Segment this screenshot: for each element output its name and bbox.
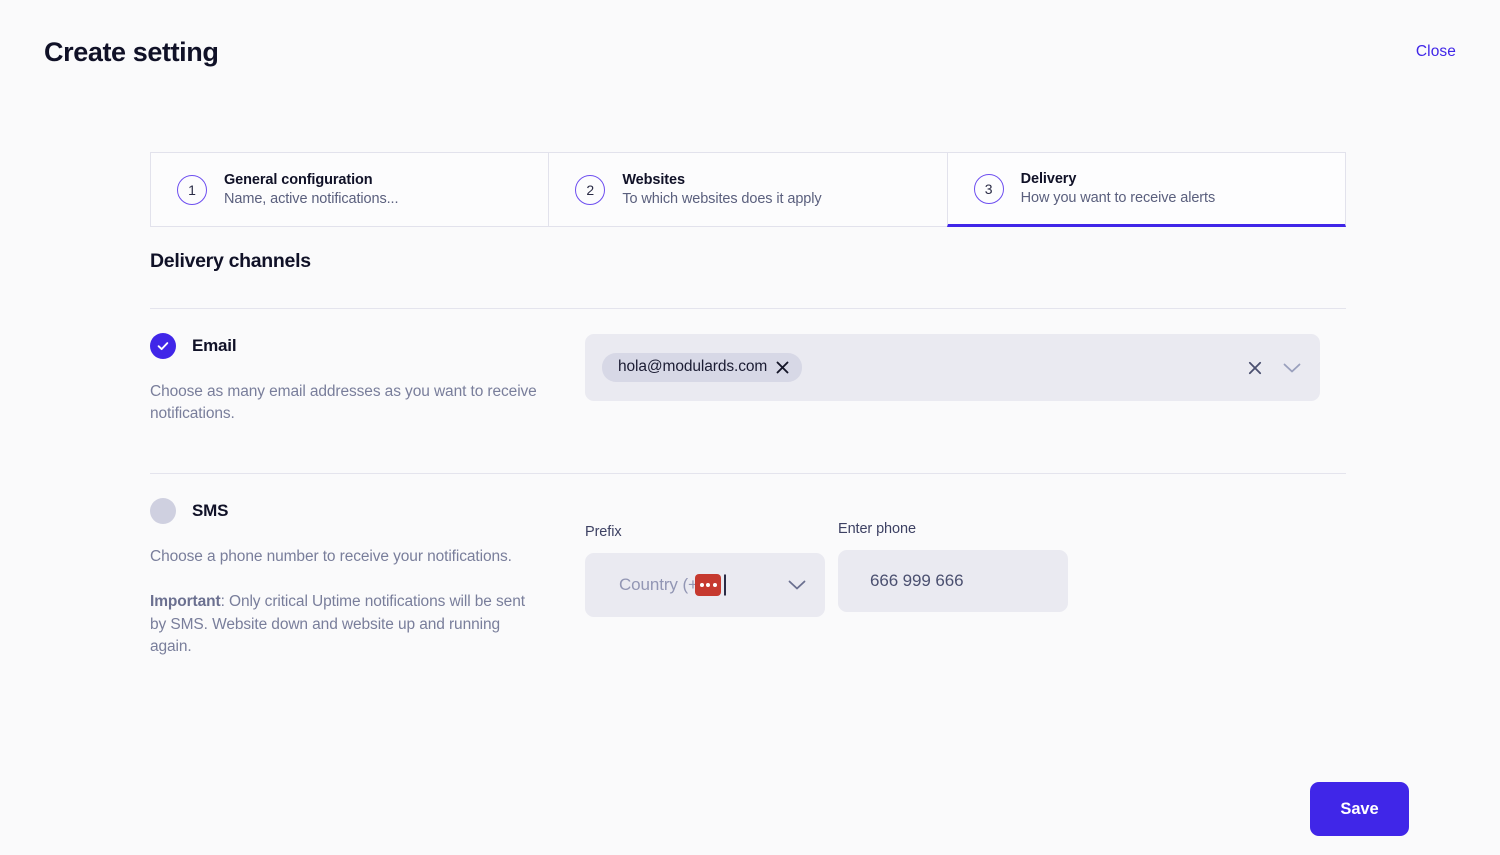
country-prefix-select[interactable]: Country (+00 <box>585 553 825 617</box>
sms-important-note: Important: Only critical Uptime notifica… <box>150 591 525 658</box>
sms-channel-info: SMS Choose a phone number to receive you… <box>150 498 550 659</box>
step-websites[interactable]: 2 Websites To which websites does it app… <box>548 152 948 227</box>
email-channel-info: Email Choose as many email addresses as … <box>150 333 550 426</box>
step-subtitle: How you want to receive alerts <box>1020 190 1216 206</box>
step-title: General configuration <box>224 172 373 188</box>
step-subtitle: Name, active notifications... <box>224 191 399 207</box>
remove-email-chip-icon[interactable] <box>776 361 789 374</box>
sms-channel-header: SMS <box>150 498 550 524</box>
section-title: Delivery channels <box>150 250 311 272</box>
step-title: Websites <box>622 172 685 188</box>
step-subtitle: To which websites does it apply <box>622 191 822 207</box>
step-delivery[interactable]: 3 Delivery How you want to receive alert… <box>946 152 1346 227</box>
step-number-badge: 2 <box>575 174 606 205</box>
prefix-chevron-down-icon[interactable] <box>787 579 807 591</box>
step-number-badge: 3 <box>973 173 1004 204</box>
page-title: Create setting <box>44 36 219 67</box>
sms-toggle-checkbox[interactable] <box>150 498 176 524</box>
phone-label: Enter phone <box>838 521 916 537</box>
text-caret <box>724 574 726 596</box>
step-general-configuration[interactable]: 1 General configuration Name, active not… <box>150 152 550 227</box>
save-button[interactable]: Save <box>1310 782 1409 836</box>
sms-note-lead: Important <box>150 593 221 611</box>
email-toggle-checkbox[interactable] <box>150 333 176 359</box>
email-chip[interactable]: hola@modulards.com <box>602 353 803 382</box>
prefix-label: Prefix <box>585 524 622 540</box>
masked-dots-badge-icon <box>695 574 721 596</box>
step-title: Delivery <box>1020 171 1077 187</box>
divider <box>150 308 1346 309</box>
email-recipients-field[interactable]: hola@modulards.com <box>585 334 1320 401</box>
email-channel-header: Email <box>150 333 550 359</box>
email-help-text: Choose as many email addresses as you wa… <box>150 383 537 423</box>
close-button[interactable]: Close <box>1416 43 1456 61</box>
wizard-stepper: 1 General configuration Name, active not… <box>150 152 1346 227</box>
divider <box>150 473 1346 474</box>
email-dropdown-chevron-down-icon[interactable] <box>1282 362 1302 374</box>
email-channel-label: Email <box>192 336 237 355</box>
sms-channel-label: SMS <box>192 501 229 520</box>
email-chip-label: hola@modulards.com <box>618 358 768 375</box>
clear-emails-icon[interactable] <box>1248 361 1262 375</box>
email-field-actions <box>1248 361 1302 375</box>
sms-help-text: Choose a phone number to receive your no… <box>150 548 512 565</box>
phone-input[interactable] <box>838 550 1068 612</box>
check-icon <box>157 342 169 351</box>
step-number-badge: 1 <box>177 174 207 205</box>
create-setting-page: Create setting Close 1 General configura… <box>0 0 1500 855</box>
page-header: Create setting Close <box>0 0 1500 104</box>
